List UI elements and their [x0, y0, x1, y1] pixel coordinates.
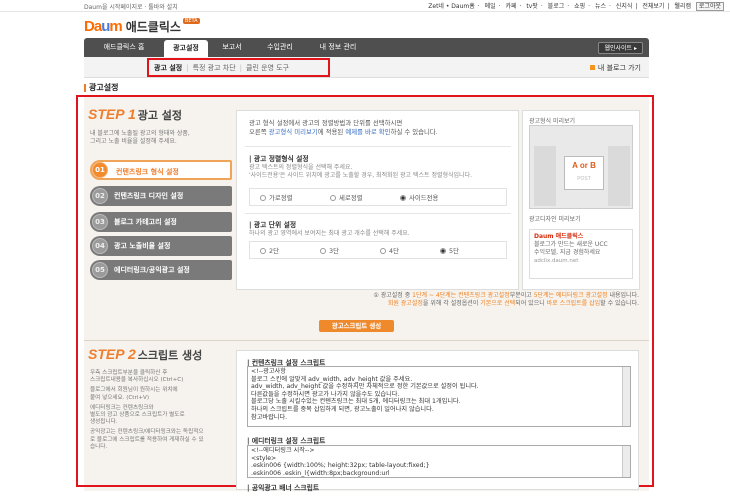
daum-logo: Daum	[84, 18, 123, 35]
tab-revenue[interactable]: 수입관리	[256, 38, 304, 57]
radio-3-units[interactable]: 3단	[320, 246, 339, 255]
content-link-script-textarea[interactable]: <!--광고사항 블로그 스킨에 알맞게 adv_width, adv_heig…	[247, 366, 631, 427]
service-link[interactable]: 신지식	[616, 3, 633, 10]
ad-design-preview: Daum 애드클릭스 블로그가 만드는 새로운 UCC 수익모델, 지금 경험하…	[529, 229, 633, 279]
service-links: Zet네 • Daum홈 · 메일 · 카페 · tv팟 · 블로그 · 쇼핑 · 뉴스 · …	[425, 1, 724, 11]
tab-reports[interactable]: 보고서	[212, 38, 252, 57]
adclix-logo[interactable]: Daum 애드클릭스 BETA	[84, 18, 200, 38]
align-section-title: | 광고 정렬형식 설정	[249, 155, 309, 163]
card-intro: 광고 형식 설정에서 광고의 정렬방법과 단위를 선택하시면	[249, 119, 403, 127]
settings-card: 광고 형식 설정에서 광고의 정렬방법과 단위를 선택하시면 오른쪽 광고형식 …	[236, 110, 519, 290]
step-menu-content-link-format[interactable]: 01 컨텐츠링크 형식 설정	[90, 160, 232, 180]
editor-link-script-textarea[interactable]: <!--에디터링크 시작--> <style> .eskin006 {width…	[247, 445, 631, 478]
service-link[interactable]: tv팟	[526, 3, 537, 10]
side-column	[534, 146, 556, 206]
radio-horizontal[interactable]: 가로정렬	[260, 193, 293, 202]
service-link[interactable]: 뉴스	[595, 3, 606, 10]
radio-4-units[interactable]: 4단	[380, 246, 399, 255]
editor-link-script-title: | 에디터링크 설정 스크립트	[247, 437, 326, 445]
service-link[interactable]: Zet네 • Daum홈	[428, 3, 475, 10]
section-divider	[84, 340, 649, 341]
side-column	[608, 146, 630, 206]
step-menu-content-link-design[interactable]: 02 컨텐츠링크 디자인 설정	[90, 186, 232, 206]
radio-5-units[interactable]: 5단	[440, 246, 459, 255]
settings-notice: ① 광고설정 중 1단계 ~ 4단계는 컨텐츠링크 광고설정부분이고 5단계는 …	[373, 292, 639, 307]
ad-preview-panel: 광고형식 미리보기 A or B POST 광고디자인 미리보기 Daum 애드클…	[522, 110, 640, 290]
user-name[interactable]: 웰리캠	[674, 3, 691, 10]
card-intro-2: 오른쪽 광고형식 미리보기에 적용된 예제를 바로 확인하실 수 있습니다.	[249, 128, 438, 136]
title-bar-icon	[84, 83, 86, 92]
service-link[interactable]: 카페	[506, 3, 517, 10]
step-menu-editor-link[interactable]: 05 에디터링크/공익광고 설정	[90, 260, 232, 280]
utility-bar: Daum을 시작페이지로 · 툴바와 설치 Zet네 • Daum홈 · 메일 · …	[0, 0, 730, 12]
unit-section-title: | 광고 단위 설정	[249, 221, 297, 229]
tab-my-info[interactable]: 내 정보 관리	[308, 38, 368, 57]
align-help-2: '사이드전용'은 사이드 위치에 광고를 노출할 경우, 최적화된 광고 텍스트…	[249, 172, 472, 179]
scrollbar[interactable]	[622, 367, 630, 426]
preview-title: 광고형식 미리보기	[529, 118, 576, 125]
design-preview-title: 광고디자인 미리보기	[529, 216, 581, 223]
step2-heading: STEP 2 스크립트 생성	[88, 346, 203, 362]
radio-2-units[interactable]: 2단	[260, 246, 279, 255]
set-homepage-link[interactable]: Daum을 시작페이지로 · 툴바와 설치	[84, 2, 178, 11]
orange-square-icon	[589, 65, 595, 70]
highlight-box-subnav	[147, 58, 330, 77]
scrollbar[interactable]	[622, 446, 630, 477]
logout-button[interactable]: 로그아웃	[695, 2, 724, 11]
post-box: A or B POST	[564, 156, 604, 190]
my-blog-link[interactable]: 내 블로그 가기	[589, 63, 641, 73]
page-title: 광고설정	[84, 82, 118, 93]
step1-heading: STEP 1 광고 설정	[88, 106, 183, 122]
tab-ad-settings[interactable]: 광고설정	[164, 40, 208, 57]
unit-options: 2단 3단 4단 5단	[249, 241, 507, 259]
radio-side-only[interactable]: 사이드전용	[400, 193, 438, 202]
radio-vertical[interactable]: 세로정렬	[330, 193, 363, 202]
service-name: 애드클릭스	[125, 20, 181, 34]
align-options: 가로정렬 세로정렬 사이드전용	[249, 188, 507, 206]
generate-script-button[interactable]: 광고스크립트 생성	[319, 320, 394, 332]
unit-help: 하나의 광고 영역에서 보여지는 최대 광고 개수를 선택해 주세요.	[249, 230, 410, 237]
main-nav: 애드클릭스 홈 광고설정 보고서 수입관리 내 정보 관리 웹인사이트 ▸	[84, 38, 649, 57]
service-link[interactable]: 전체보기	[642, 3, 664, 10]
step-menu-exposure-ratio[interactable]: 04 광고 노출비율 설정	[90, 236, 232, 256]
service-link[interactable]: 메일	[485, 3, 496, 10]
web-insight-button[interactable]: 웹인사이트 ▸	[598, 42, 643, 54]
step1-desc: 내 블로그에 노출될 광고의 형태와 상품, 그리고 노출 비율을 설정해 주세요…	[90, 130, 190, 145]
public-ad-script-title: | 공익광고 배너 스크립트	[247, 484, 320, 492]
script-panel: | 컨텐츠링크 설정 스크립트 <!--광고사항 블로그 스킨에 알맞게 adv…	[236, 350, 639, 492]
service-link[interactable]: 쇼핑	[574, 3, 585, 10]
align-help-1: 광고 텍스트의 정렬형식을 선택해 주세요.	[249, 164, 353, 171]
layout-preview-image: A or B POST	[529, 125, 633, 209]
service-link[interactable]: 블로그	[548, 3, 565, 10]
beta-badge: BETA	[182, 18, 200, 24]
step2-desc: 우측 스크립트부분을 클릭하신 후 스크립트내용을 복사하십시오 (Ctrl+C)…	[90, 370, 204, 450]
tab-adclix-home[interactable]: 애드클릭스 홈	[88, 38, 160, 57]
step-menu-blog-category[interactable]: 03 블로그 카테고리 설정	[90, 212, 232, 232]
